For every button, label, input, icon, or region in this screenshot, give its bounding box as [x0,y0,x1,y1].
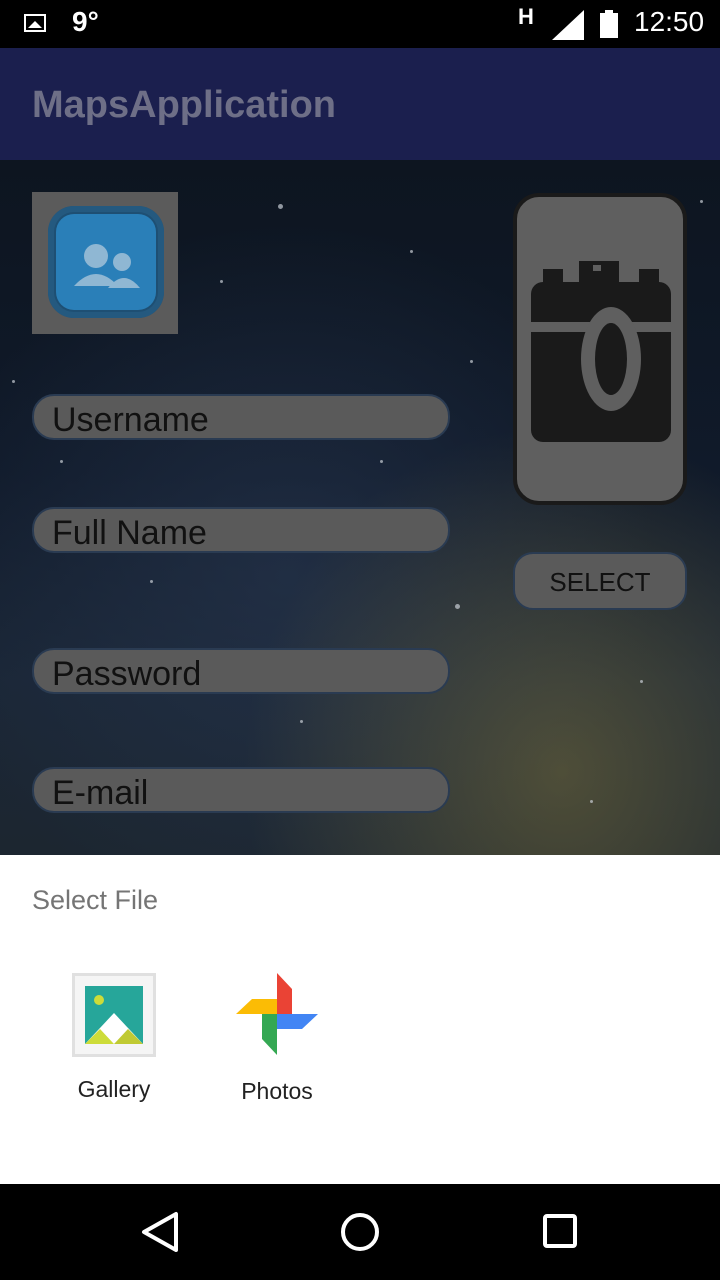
gallery-app-option[interactable]: Gallery [44,973,184,1103]
star [470,360,473,363]
home-icon[interactable] [332,1208,388,1256]
registration-form: Username Full Name Password E-mail SELEC… [0,160,720,855]
star [410,250,413,253]
password-field[interactable]: Password [32,648,450,694]
star [640,680,643,683]
back-icon[interactable] [132,1208,188,1256]
battery-icon [600,10,618,38]
gallery-icon [72,973,156,1057]
profile-image[interactable] [32,192,178,334]
star [300,720,303,723]
recents-icon[interactable] [532,1208,588,1256]
username-field[interactable]: Username [32,394,450,440]
photos-label: Photos [241,1078,313,1104]
star [60,460,63,463]
star [380,460,383,463]
camera-icon [531,261,671,442]
star [700,200,703,203]
email-field[interactable]: E-mail [32,767,450,813]
gallery-label: Gallery [77,1076,151,1102]
camera-image[interactable] [513,193,687,505]
network-type: H [518,4,534,29]
full-name-field[interactable]: Full Name [32,507,450,553]
clock: 12:50 [634,6,705,37]
status-bar: 9° H 12:50 [0,0,720,48]
select-button[interactable]: SELECT [513,552,687,610]
contacts-icon [48,206,164,318]
photos-app-option[interactable]: Photos [207,973,347,1105]
sheet-title: Select File [32,885,159,915]
app-title: MapsApplication [32,84,337,126]
navigation-bar [0,1184,720,1280]
temperature-readout: 9° [72,6,99,37]
star [220,280,223,283]
star [150,580,153,583]
star [12,380,15,383]
star [455,604,460,609]
star [590,800,593,803]
select-file-sheet: Select File Gallery Photos [0,855,720,1184]
photos-pinwheel-icon [236,973,318,1055]
app-bar: MapsApplication [0,48,720,160]
star [278,204,283,209]
signal-icon [552,10,584,40]
image-notification-icon [24,14,46,32]
